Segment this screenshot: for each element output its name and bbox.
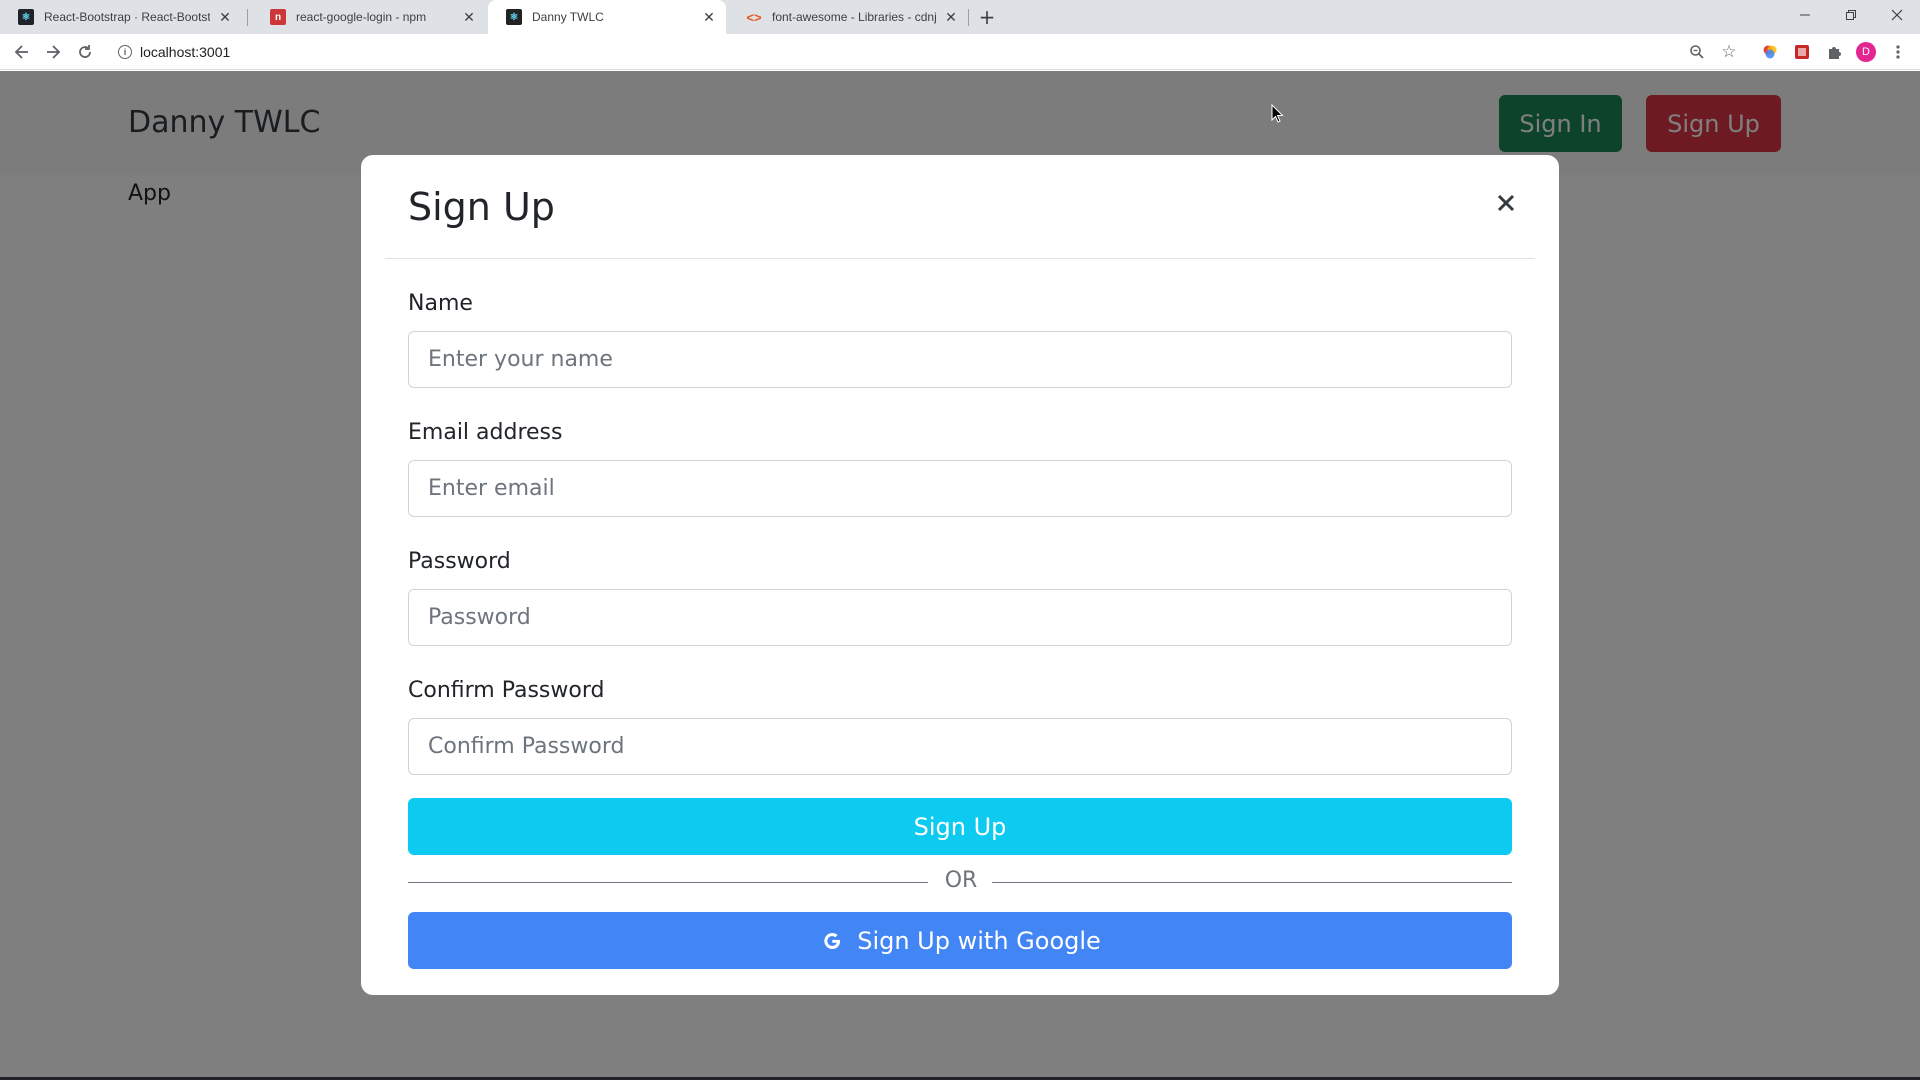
tab-title: React-Bootstrap · React-Bootstrap [44, 10, 210, 24]
email-input[interactable] [408, 460, 1512, 517]
close-icon[interactable]: ✕ [460, 8, 478, 26]
react-favicon-icon: ⚛ [506, 9, 522, 25]
page-viewport: Danny TWLC Sign In Sign Up App Sign Up N… [0, 71, 1920, 1080]
tab-title: font-awesome - Libraries - cdnjs [772, 10, 936, 24]
sign-up-with-google-button[interactable]: Sign Up with Google [408, 912, 1512, 969]
pdf-extension-icon[interactable] [1792, 42, 1812, 62]
confirm-password-input[interactable] [408, 718, 1512, 775]
sign-up-modal: Sign Up Name Email address Password Conf… [361, 155, 1559, 995]
or-divider-text: OR [944, 868, 978, 893]
mouse-cursor-icon [1271, 104, 1284, 123]
name-label: Name [408, 291, 473, 316]
or-divider-right-line [992, 882, 1512, 883]
react-bootstrap-favicon-icon: ⚛ [18, 9, 34, 25]
browser-tab-danny-twlc[interactable]: ⚛ Danny TWLC ✕ [488, 0, 726, 34]
tab-title: Danny TWLC [532, 10, 604, 24]
code-favicon-icon: <> [746, 9, 762, 25]
close-icon[interactable]: ✕ [942, 8, 960, 26]
modal-title: Sign Up [408, 185, 555, 229]
browser-tab-npm[interactable]: n react-google-login - npm ✕ [252, 0, 486, 34]
google-button-label: Sign Up with Google [857, 926, 1101, 955]
browser-tab-strip: ⚛ React-Bootstrap · React-Bootstrap ✕ n … [0, 0, 1920, 34]
tab-separator [968, 9, 969, 26]
name-input[interactable] [408, 331, 1512, 388]
url-text: localhost:3001 [140, 44, 231, 60]
profile-avatar[interactable]: D [1856, 42, 1876, 62]
restore-icon[interactable] [1828, 0, 1874, 30]
back-arrow-icon[interactable] [10, 40, 34, 64]
email-label: Email address [408, 420, 563, 445]
window-close-icon[interactable] [1874, 0, 1920, 30]
address-bar[interactable]: i localhost:3001 [118, 38, 1723, 66]
close-icon[interactable]: ✕ [216, 8, 234, 26]
forward-arrow-icon[interactable] [41, 40, 65, 64]
close-icon[interactable]: ✕ [700, 8, 718, 26]
bookmark-star-icon[interactable]: ☆ [1719, 42, 1739, 62]
menu-kebab-icon[interactable] [1888, 42, 1908, 62]
zoom-icon[interactable] [1687, 42, 1707, 62]
new-tab-plus-icon[interactable]: + [976, 5, 998, 29]
minimize-icon[interactable] [1782, 0, 1828, 30]
reload-icon[interactable] [73, 40, 97, 64]
google-g-icon [819, 928, 845, 954]
browser-tab-cdnjs[interactable]: <> font-awesome - Libraries - cdnjs ✕ [728, 0, 968, 34]
browser-toolbar: i localhost:3001 ☆ [0, 34, 1920, 70]
password-label: Password [408, 549, 511, 574]
password-input[interactable] [408, 589, 1512, 646]
or-divider-left-line [408, 882, 928, 883]
sign-up-submit-button[interactable]: Sign Up [408, 798, 1512, 855]
confirm-password-label: Confirm Password [408, 678, 605, 703]
site-info-icon[interactable]: i [118, 45, 132, 59]
modal-header-divider [385, 258, 1535, 259]
color-extension-icon[interactable] [1760, 42, 1780, 62]
tab-title: react-google-login - npm [296, 10, 427, 24]
browser-tab-react-bootstrap[interactable]: ⚛ React-Bootstrap · React-Bootstrap ✕ [0, 0, 242, 34]
npm-favicon-icon: n [270, 9, 286, 25]
extensions-puzzle-icon[interactable] [1824, 42, 1844, 62]
tab-separator [247, 9, 248, 26]
close-icon[interactable] [1486, 183, 1526, 223]
